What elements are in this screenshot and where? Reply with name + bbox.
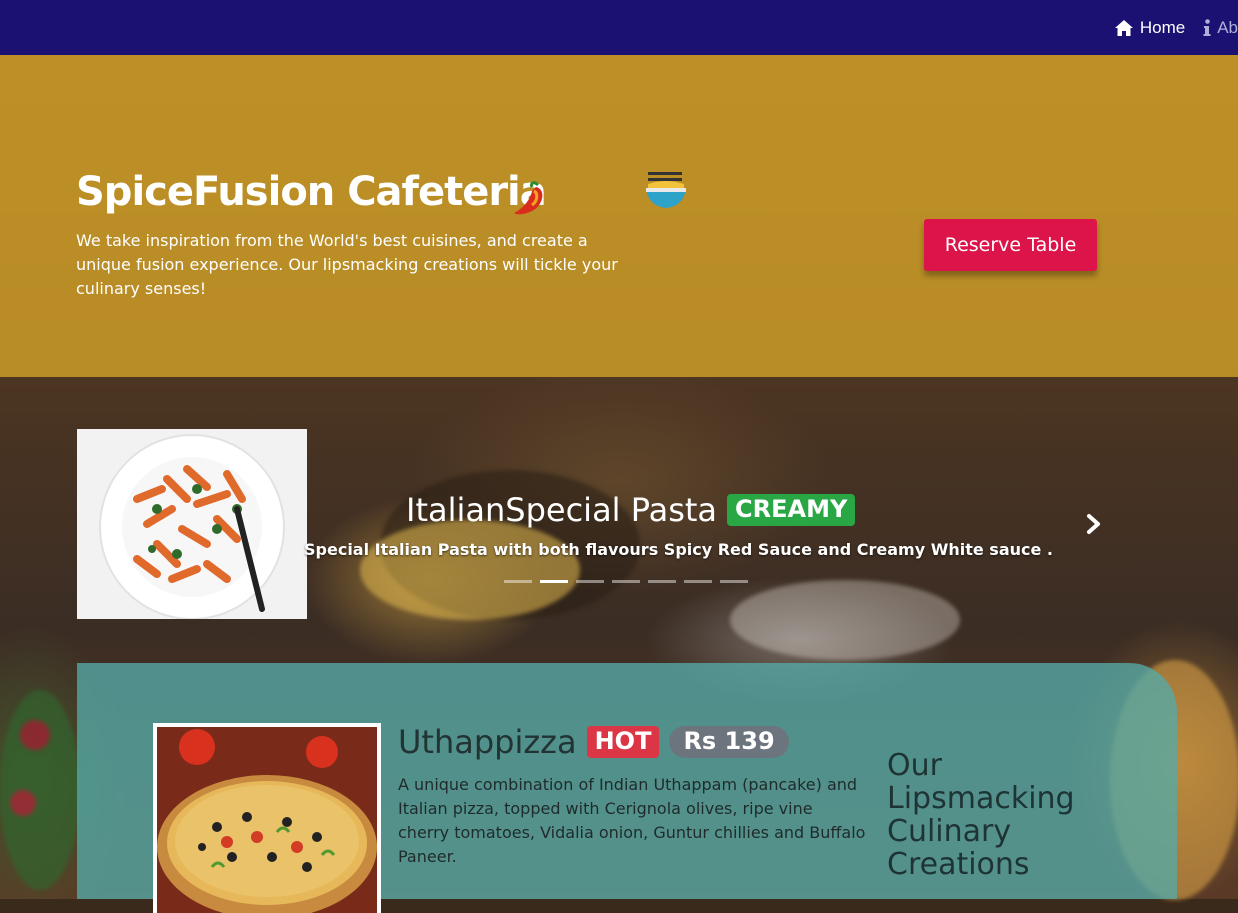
section-heading: Our Lipsmacking Culinary Creations (887, 748, 1075, 882)
info-icon (1203, 18, 1211, 36)
nav-about-link[interactable]: Ab (1203, 18, 1238, 38)
menu-card: Uthappizza HOT Rs 139 A unique combinati… (77, 663, 1177, 913)
menu-item-description: A unique combination of Indian Uthappam … (398, 775, 866, 866)
hot-badge: HOT (586, 726, 660, 758)
chili-pepper-icon (514, 181, 543, 215)
pizza-image-frame (153, 723, 381, 913)
carousel-indicator[interactable] (684, 580, 712, 583)
pasta-dish-image (77, 429, 307, 619)
slide-title: ItalianSpecial Pasta CREAMY (406, 491, 856, 529)
hero-jumbotron: SpiceFusion Cafeteria We take inspiratio… (0, 55, 1238, 377)
nav-home-link[interactable]: Home (1114, 18, 1185, 38)
creamy-badge: CREAMY (727, 494, 856, 526)
slide-title-text: ItalianSpecial Pasta (406, 491, 718, 529)
price-badge: Rs 139 (669, 726, 789, 758)
nav-home-label: Home (1139, 17, 1186, 37)
menu-item-name: Uthappizza (398, 723, 577, 761)
hero-title: SpiceFusion Cafeteria (76, 169, 547, 215)
carousel-indicators (504, 580, 748, 583)
reserve-table-button[interactable]: Reserve Table (924, 219, 1097, 271)
menu-item-title: Uthappizza HOT Rs 139 (398, 723, 789, 761)
featured-carousel: ItalianSpecial Pasta CREAMY Special Ital… (0, 377, 1238, 647)
carousel-indicator[interactable] (720, 580, 748, 583)
hero-description: We take inspiration from the World's bes… (76, 231, 618, 298)
pizza-image (157, 727, 377, 913)
carousel-indicator[interactable] (648, 580, 676, 583)
carousel-indicator-active[interactable] (540, 580, 568, 583)
carousel-indicator[interactable] (576, 580, 604, 583)
carousel-indicator[interactable] (504, 580, 532, 583)
carousel-indicator[interactable] (612, 580, 640, 583)
nav-about-label: Ab (1217, 17, 1238, 37)
home-icon (1114, 19, 1133, 36)
navbar: Home Ab (0, 0, 1238, 55)
slide-caption: Special Italian Pasta with both flavours… (304, 540, 1053, 559)
chevron-right-icon[interactable] (1084, 513, 1104, 535)
noodle-bowl-icon (646, 172, 686, 208)
nav-links: Home Ab (1096, 0, 1238, 55)
